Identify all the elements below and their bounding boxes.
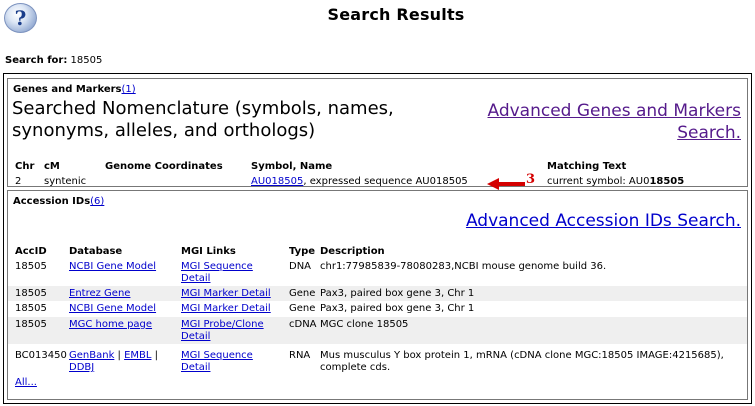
search-for-label: Search for: bbox=[5, 55, 68, 66]
accession-description: Pax3, paired box gene 3, Chr 1 bbox=[320, 288, 475, 299]
page-title: Search Results bbox=[327, 5, 465, 24]
mgi-link-line2: Detail bbox=[181, 362, 211, 373]
ddbj-link[interactable]: DDBJ bbox=[69, 362, 94, 373]
matching-text-highlight: 18505 bbox=[649, 176, 685, 187]
col-chr-header: Chr bbox=[15, 161, 35, 172]
col-description-header: Description bbox=[320, 246, 385, 257]
database-link[interactable]: NCBI Gene Model bbox=[69, 261, 156, 273]
col-database-header: Database bbox=[69, 246, 123, 257]
matching-text-prefix: current symbol: AU0 bbox=[547, 176, 650, 187]
genes-markers-title: Genes and Markers bbox=[13, 84, 122, 95]
marker-cm: syntenic bbox=[44, 176, 87, 187]
description-line2: complete cds. bbox=[320, 362, 391, 373]
advanced-genes-markers-search-link[interactable]: Advanced Genes and Markers Search. bbox=[481, 100, 741, 144]
col-accid-header: AccID bbox=[15, 246, 47, 257]
database-link[interactable]: MGC home page bbox=[69, 319, 152, 331]
mgi-sequence-detail-link[interactable]: MGI Sequence Detail bbox=[181, 350, 253, 374]
annotation-label: 3 bbox=[526, 172, 536, 187]
searched-nomenclature-desc: Searched Nomenclature (symbols, names, s… bbox=[12, 98, 394, 141]
accession-type: cDNA bbox=[289, 319, 317, 330]
accession-row: BC013450 GenBank | EMBL | DDBJ MGI Seque… bbox=[8, 348, 747, 376]
embl-link[interactable]: EMBL bbox=[124, 350, 151, 361]
mgi-link-line2: Detail bbox=[181, 273, 211, 284]
db-separator: | bbox=[151, 350, 159, 361]
accession-ids-panel: Accession IDs(6) Advanced Accession IDs … bbox=[7, 190, 748, 400]
database-links: GenBank | EMBL | DDBJ bbox=[69, 350, 169, 374]
accid: 18505 bbox=[15, 288, 47, 299]
accession-row: 18505 Entrez Gene MGI Marker Detail Gene… bbox=[8, 286, 747, 301]
mgi-marker-detail-link[interactable]: MGI Marker Detail bbox=[181, 288, 271, 300]
accession-description: Pax3, paired box gene 3, Chr 1 bbox=[320, 303, 475, 314]
accession-type: Gene bbox=[289, 288, 316, 299]
accession-description: chr1:77985839-78080283,NCBI mouse genome… bbox=[320, 261, 607, 272]
marker-name: , expressed sequence AU018505 bbox=[303, 176, 468, 187]
col-matching-text-header: Matching Text bbox=[547, 161, 627, 172]
mgi-sequence-detail-link[interactable]: MGI Sequence Detail bbox=[181, 261, 253, 285]
marker-matching-text: current symbol: AU018505 bbox=[547, 176, 684, 187]
accid: 18505 bbox=[15, 303, 47, 314]
accid: 18505 bbox=[15, 261, 47, 272]
accession-type: Gene bbox=[289, 303, 316, 314]
accession-ids-count-link[interactable]: (6) bbox=[90, 196, 104, 207]
database-link[interactable]: NCBI Gene Model bbox=[69, 303, 156, 315]
accession-row: 18505 MGC home page MGI Probe/Clone Detai… bbox=[8, 317, 747, 344]
mgi-link-line1: MGI Probe/Clone bbox=[181, 319, 264, 330]
genes-markers-count-link[interactable]: (1) bbox=[122, 84, 136, 95]
accession-type: DNA bbox=[289, 261, 312, 272]
marker-chr: 2 bbox=[15, 176, 22, 187]
accession-row: 18505 NCBI Gene Model MGI Marker Detail … bbox=[8, 301, 747, 316]
accession-type: RNA bbox=[289, 350, 311, 361]
accession-row: 18505 NCBI Gene Model MGI Sequence Detail… bbox=[8, 259, 747, 285]
mgi-probe-clone-detail-link[interactable]: MGI Probe/Clone Detail bbox=[181, 319, 264, 343]
genes-markers-heading: Genes and Markers(1) bbox=[13, 84, 136, 95]
col-mgi-links-header: MGI Links bbox=[181, 246, 236, 257]
search-for: Search for: 18505 bbox=[5, 55, 102, 66]
db-separator: | bbox=[114, 350, 125, 361]
genes-markers-panel: Genes and Markers(1) Searched Nomenclatu… bbox=[7, 78, 748, 187]
col-symbol-name-header: Symbol, Name bbox=[251, 161, 333, 172]
mgi-marker-detail-link[interactable]: MGI Marker Detail bbox=[181, 303, 271, 315]
database-link[interactable]: Entrez Gene bbox=[69, 288, 130, 300]
results-container: Genes and Markers(1) Searched Nomenclatu… bbox=[3, 73, 752, 404]
accession-ids-title: Accession IDs bbox=[13, 196, 91, 207]
col-genome-coords-header: Genome Coordinates bbox=[105, 161, 223, 172]
accid: 18505 bbox=[15, 319, 47, 330]
marker-symbol-link[interactable]: AU018505 bbox=[251, 176, 303, 187]
accession-ids-heading: Accession IDs(6) bbox=[13, 196, 104, 207]
mgi-link-line1: MGI Sequence bbox=[181, 350, 253, 361]
marker-symbol-name: AU018505, expressed sequence AU018505 bbox=[251, 176, 468, 187]
genbank-link[interactable]: GenBank bbox=[69, 350, 114, 361]
mgi-link-line1: MGI Sequence bbox=[181, 261, 253, 272]
mgi-link-line2: Detail bbox=[181, 331, 211, 342]
search-for-value: 18505 bbox=[70, 55, 103, 66]
accession-description: Mus musculus Y box protein 1, mRNA (cDNA… bbox=[320, 350, 745, 374]
accession-description: MGC clone 18505 bbox=[320, 319, 409, 330]
accid: BC013450 bbox=[15, 350, 67, 361]
all-accessions-link[interactable]: All... bbox=[15, 377, 37, 389]
description-line1: Mus musculus Y box protein 1, mRNA (cDNA… bbox=[320, 350, 724, 361]
advanced-accession-ids-search-link[interactable]: Advanced Accession IDs Search. bbox=[421, 210, 741, 232]
col-type-header: Type bbox=[289, 246, 316, 257]
col-cm-header: cM bbox=[44, 161, 60, 172]
